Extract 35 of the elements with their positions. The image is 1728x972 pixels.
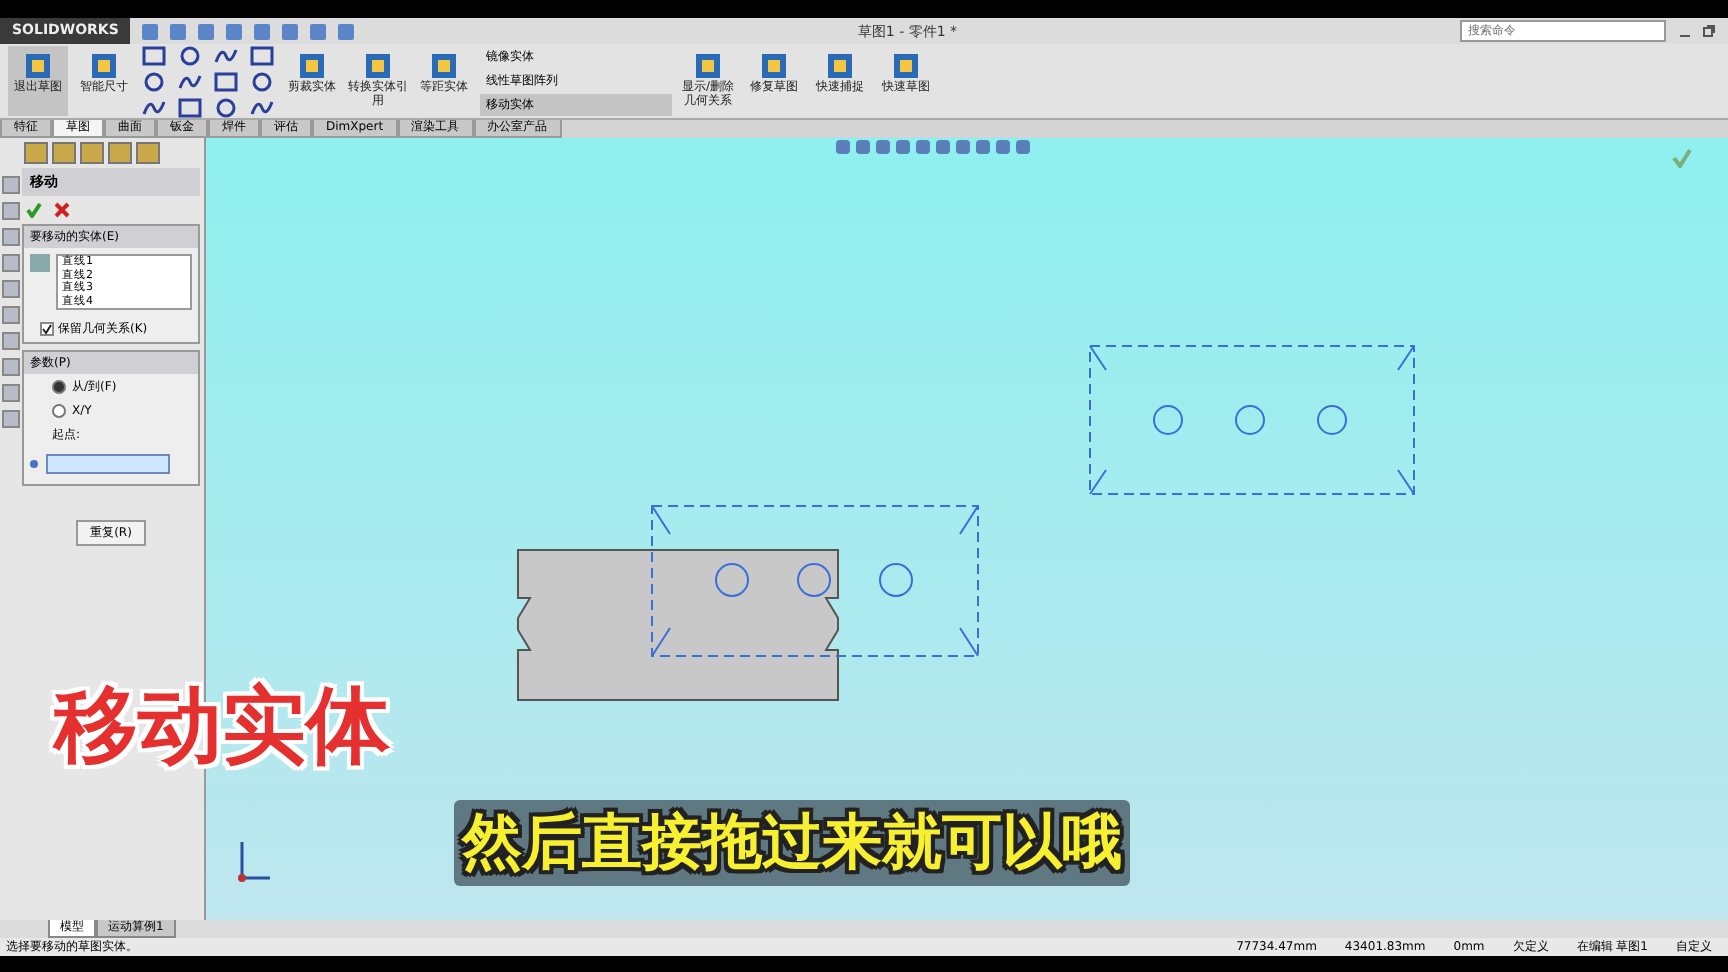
sketch-tool-icon[interactable] <box>212 95 240 119</box>
axis-triad-icon <box>238 840 272 882</box>
tool-icon <box>428 50 460 82</box>
point-icon <box>30 460 38 468</box>
sketch-tool-icon[interactable] <box>248 43 276 67</box>
caption-title: 移动实体 <box>54 674 390 778</box>
start-point-field[interactable] <box>46 454 170 474</box>
tool-icon <box>296 50 328 82</box>
tool-icon <box>890 50 922 82</box>
confirm-icon[interactable] <box>1672 148 1692 168</box>
restore-icon[interactable] <box>1702 24 1716 38</box>
sketch-tool-icon[interactable] <box>212 69 240 93</box>
manager-tab-icon[interactable] <box>108 142 132 164</box>
checkbox[interactable] <box>40 322 54 336</box>
cancel-icon[interactable] <box>54 202 70 218</box>
tool-icon <box>692 50 724 82</box>
sketch-tool-icon[interactable] <box>140 69 168 93</box>
tool-icon <box>88 50 120 82</box>
tool-icon <box>362 50 394 82</box>
manager-tab-icon[interactable] <box>24 142 48 164</box>
tool-icon <box>758 50 790 82</box>
tool-icon <box>824 50 856 82</box>
sketch-tool-icon[interactable] <box>140 43 168 67</box>
subtitle: 然后直接拖过来就可以哦 <box>454 800 1130 886</box>
confirm-icon[interactable] <box>26 202 42 218</box>
entities-icon <box>30 254 50 272</box>
sketch-tool-icon[interactable] <box>248 69 276 93</box>
radio-button[interactable] <box>52 380 66 394</box>
sketch-tool-icon[interactable] <box>176 95 204 119</box>
tool-icon <box>22 50 54 82</box>
manager-tab-icon[interactable] <box>136 142 160 164</box>
manager-tab-icon[interactable] <box>52 142 76 164</box>
manager-tab-icon[interactable] <box>80 142 104 164</box>
sketch-tool-icon[interactable] <box>176 43 204 67</box>
radio-button[interactable] <box>52 404 66 418</box>
